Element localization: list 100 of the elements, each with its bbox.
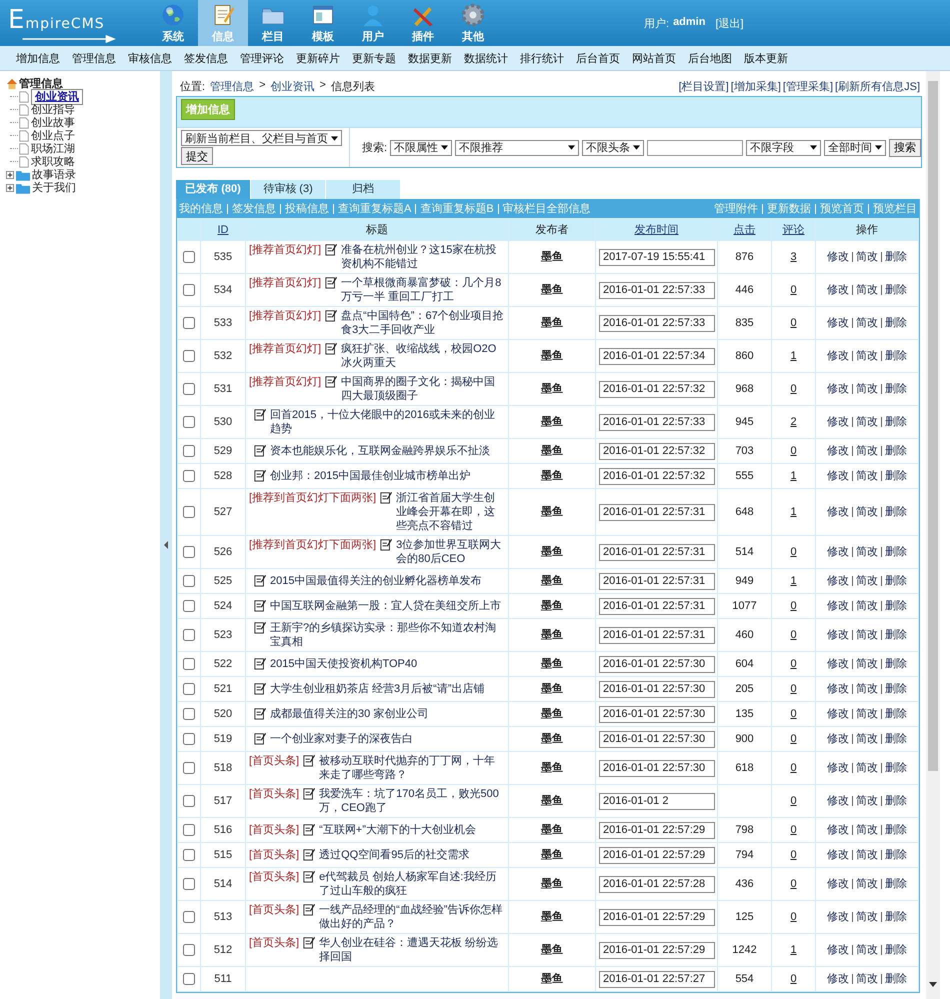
action-link[interactable]: 修改 bbox=[827, 599, 849, 613]
action-link[interactable]: 简改 bbox=[856, 599, 878, 613]
action-link[interactable]: 删除 bbox=[885, 316, 907, 330]
action-link[interactable]: 修改 bbox=[827, 943, 849, 957]
comments-link[interactable]: 0 bbox=[790, 762, 797, 774]
action-link[interactable]: 修改 bbox=[827, 972, 849, 986]
action-link[interactable]: 简改 bbox=[856, 250, 878, 264]
row-checkbox[interactable] bbox=[183, 600, 195, 612]
action-link[interactable]: 删除 bbox=[885, 761, 907, 775]
expand-icon[interactable] bbox=[6, 170, 14, 178]
action-link[interactable]: 修改 bbox=[827, 574, 849, 588]
submit-button[interactable]: 提交 bbox=[181, 147, 213, 165]
tree-item[interactable]: 求职攻略 bbox=[31, 154, 75, 169]
edit-icon[interactable] bbox=[325, 375, 338, 388]
time-field[interactable]: 2016-01-01 22:57:33 bbox=[599, 314, 715, 332]
time-field[interactable]: 2016-01-01 22:57:29 bbox=[599, 822, 715, 838]
comments-link[interactable]: 1 bbox=[790, 470, 797, 482]
action-link[interactable]: 简改 bbox=[856, 316, 878, 330]
action-link[interactable]: 删除 bbox=[885, 682, 907, 696]
action-link[interactable]: 删除 bbox=[885, 972, 907, 986]
time-field[interactable]: 2017-07-19 15:55:41 bbox=[599, 248, 715, 266]
time-field[interactable]: 2016-01-01 22:57:32 bbox=[599, 442, 715, 460]
action-link[interactable]: 修改 bbox=[827, 316, 849, 330]
time-field[interactable]: 2016-01-01 22:57:28 bbox=[599, 876, 715, 892]
action-link[interactable]: 简改 bbox=[856, 349, 878, 363]
row-checkbox[interactable] bbox=[183, 911, 195, 924]
comments-link[interactable]: 0 bbox=[790, 733, 797, 745]
action-link[interactable]: 简改 bbox=[856, 628, 878, 642]
action-link[interactable]: 删除 bbox=[885, 545, 907, 559]
column-header[interactable]: 点击 bbox=[718, 218, 772, 240]
action-link[interactable]: 删除 bbox=[885, 628, 907, 642]
title-link[interactable]: 一线产品经理的“血战经验”告诉你怎样做出好的产品？ bbox=[319, 903, 505, 931]
time-field[interactable]: 2016-01-01 22:57:31 bbox=[599, 572, 715, 590]
tree-item[interactable]: 职场江湖 bbox=[31, 141, 75, 156]
action-link[interactable]: 删除 bbox=[885, 469, 907, 483]
comments-link[interactable]: 1 bbox=[790, 944, 797, 956]
time-field[interactable]: 2016-01-01 22:57:30 bbox=[599, 680, 715, 698]
time-field[interactable]: 2016-01-01 22:57:30 bbox=[599, 656, 715, 672]
action-link[interactable]: 删除 bbox=[885, 349, 907, 363]
nav-tab[interactable]: 栏目 bbox=[248, 0, 298, 46]
row-checkbox[interactable] bbox=[183, 733, 195, 746]
menu-item[interactable]: 后台首页 bbox=[570, 50, 626, 66]
nav-tab[interactable]: 插件 bbox=[398, 0, 448, 46]
action-link[interactable]: 删除 bbox=[885, 505, 907, 519]
row-checkbox[interactable] bbox=[183, 683, 195, 696]
column-header[interactable]: ID bbox=[200, 218, 246, 240]
edit-icon[interactable] bbox=[254, 574, 266, 587]
filter-select[interactable]: 不限推荐 bbox=[455, 140, 579, 156]
menu-item[interactable]: 版本更新 bbox=[738, 50, 794, 66]
row-checkbox[interactable] bbox=[183, 251, 195, 264]
action-link[interactable]: 简改 bbox=[856, 732, 878, 746]
comments-link[interactable]: 0 bbox=[790, 629, 797, 641]
title-link[interactable]: 准备在杭州创业？这15家在杭投资机构不能错过 bbox=[341, 243, 505, 271]
comments-link[interactable]: 0 bbox=[790, 383, 797, 395]
action-link[interactable]: 修改 bbox=[827, 382, 849, 396]
action-link[interactable]: 删除 bbox=[885, 877, 907, 891]
row-checkbox[interactable] bbox=[183, 317, 195, 330]
action-link[interactable]: 修改 bbox=[827, 283, 849, 297]
comments-link[interactable]: 0 bbox=[790, 600, 797, 612]
action-link[interactable]: 简改 bbox=[856, 444, 878, 458]
action-link[interactable]: 删除 bbox=[885, 599, 907, 613]
title-link[interactable]: 浙江省首届大学生创业峰会开幕在即，这些亮点不容错过 bbox=[396, 491, 505, 533]
nav-tab[interactable]: 系统 bbox=[148, 0, 198, 46]
edit-icon[interactable] bbox=[254, 657, 266, 670]
time-field[interactable]: 2016-01-01 22:57:30 bbox=[599, 706, 715, 722]
action-link[interactable]: 修改 bbox=[827, 877, 849, 891]
action-link[interactable]: 简改 bbox=[856, 823, 878, 837]
filter-select[interactable]: 不限头条 bbox=[582, 140, 644, 156]
time-field[interactable]: 2016-01-01 22:57:33 bbox=[599, 282, 715, 298]
time-field[interactable]: 2016-01-01 22:57:30 bbox=[599, 730, 715, 748]
time-field[interactable]: 2016-01-01 2 bbox=[599, 792, 715, 810]
action-link[interactable]: 简改 bbox=[856, 877, 878, 891]
comments-link[interactable]: 1 bbox=[790, 506, 797, 518]
search-button[interactable]: 搜索 bbox=[889, 138, 921, 156]
column-header[interactable]: 发布时间 bbox=[596, 218, 718, 240]
time-field[interactable]: 2016-01-01 22:57:33 bbox=[599, 414, 715, 430]
action-link[interactable]: 删除 bbox=[885, 848, 907, 862]
header-link[interactable]: [增加采集] bbox=[730, 78, 781, 94]
row-checkbox[interactable] bbox=[183, 416, 195, 428]
tree-root[interactable]: 管理信息 bbox=[19, 76, 63, 91]
expand-icon[interactable] bbox=[6, 184, 14, 192]
time-field[interactable]: 2016-01-01 22:57:31 bbox=[599, 598, 715, 614]
row-checkbox[interactable] bbox=[183, 849, 195, 862]
row-checkbox[interactable] bbox=[183, 506, 195, 518]
time-field[interactable]: 2016-01-01 22:57:29 bbox=[599, 942, 715, 958]
action-link[interactable]: 删除 bbox=[885, 574, 907, 588]
action-link[interactable]: 修改 bbox=[827, 250, 849, 264]
action-link[interactable]: 简改 bbox=[856, 910, 878, 924]
action-link[interactable]: 删除 bbox=[885, 910, 907, 924]
scrollbar[interactable] bbox=[926, 71, 940, 999]
action-link[interactable]: 删除 bbox=[885, 732, 907, 746]
action-link[interactable]: 修改 bbox=[827, 505, 849, 519]
comments-link[interactable]: 1 bbox=[790, 575, 797, 587]
edit-icon[interactable] bbox=[325, 276, 338, 289]
collapse-arrow-icon[interactable] bbox=[164, 541, 168, 549]
time-field[interactable]: 2016-01-01 22:57:32 bbox=[599, 468, 715, 484]
row-checkbox[interactable] bbox=[183, 708, 195, 720]
breadcrumb-link[interactable]: 信息列表 bbox=[330, 78, 375, 94]
edit-icon[interactable] bbox=[303, 848, 316, 861]
comments-link[interactable]: 0 bbox=[790, 317, 797, 329]
